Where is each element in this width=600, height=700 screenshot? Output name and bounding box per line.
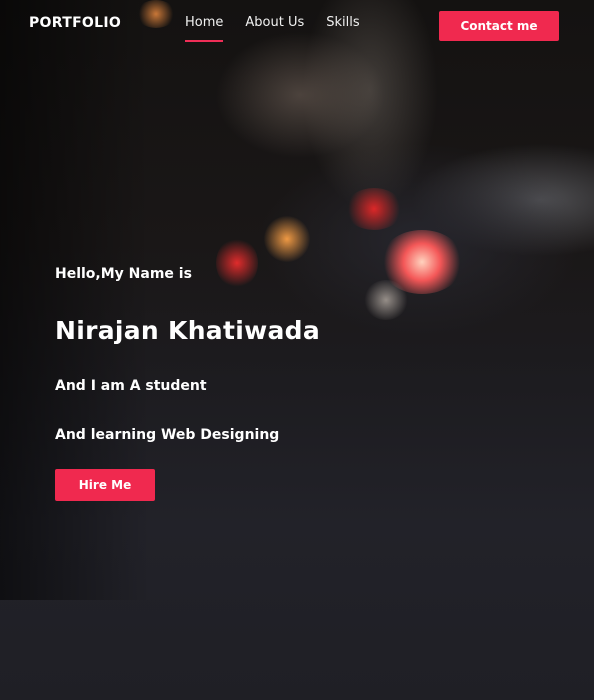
portfolio-page: PORTFOLIO Home About Us Skills Contact m…: [0, 0, 594, 700]
hero-name: Nirajan Khatiwada: [55, 316, 321, 345]
nav-link-home[interactable]: Home: [185, 15, 224, 42]
top-navbar: PORTFOLIO Home About Us Skills Contact m…: [0, 0, 594, 50]
background-light: [364, 280, 408, 320]
hero-line-student: And I am A student: [55, 378, 207, 394]
logo[interactable]: PORTFOLIO: [29, 15, 121, 31]
nav-link-about-us[interactable]: About Us: [245, 15, 304, 36]
nav-links: Home About Us Skills: [185, 15, 360, 42]
hero-line-learning: And learning Web Designing: [55, 427, 280, 443]
background-light: [345, 188, 403, 230]
background-light: [216, 238, 258, 288]
nav-link-skills[interactable]: Skills: [326, 15, 359, 36]
background-shade: [0, 0, 150, 600]
contact-me-button[interactable]: Contact me: [439, 11, 559, 41]
background-light: [380, 230, 464, 294]
hire-me-button[interactable]: Hire Me: [55, 469, 155, 501]
hero-greeting: Hello,My Name is: [55, 266, 192, 282]
background-light: [264, 216, 310, 262]
